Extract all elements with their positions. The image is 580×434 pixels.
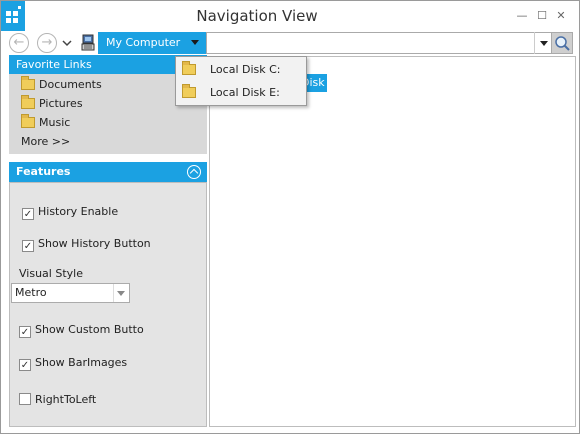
checkbox-label: Show History Button bbox=[38, 237, 151, 250]
menu-item-local-disk-e[interactable]: Local Disk E: bbox=[182, 83, 280, 103]
more-link[interactable]: More >> bbox=[21, 133, 70, 151]
navigation-bar: ← → My Computer bbox=[8, 32, 574, 54]
menu-item-local-disk-c[interactable]: Local Disk C: bbox=[182, 60, 281, 80]
favorite-item-label: Documents bbox=[39, 78, 102, 91]
favorite-item-documents[interactable]: Documents bbox=[21, 76, 102, 94]
checkbox-label: Show Custom Butto bbox=[35, 323, 144, 336]
checkbox-label: Show BarImages bbox=[35, 356, 128, 369]
features-panel: ✓ History Enable ✓ Show History Button Vis… bbox=[9, 182, 207, 427]
forward-button[interactable]: → bbox=[37, 33, 57, 53]
address-dropdown-button[interactable] bbox=[534, 32, 552, 54]
visual-style-label: Visual Style bbox=[19, 267, 83, 280]
dropdown-button[interactable] bbox=[113, 284, 129, 302]
show-history-button-checkbox[interactable]: ✓ Show History Button bbox=[22, 237, 151, 252]
features-header[interactable]: Features bbox=[9, 162, 207, 182]
menu-item-label: Local Disk E: bbox=[210, 86, 280, 99]
folder-icon bbox=[21, 114, 35, 128]
chevron-down-icon bbox=[62, 40, 72, 47]
maximize-button[interactable]: ☐ bbox=[535, 9, 549, 23]
back-button[interactable]: ← bbox=[9, 33, 29, 53]
close-button[interactable]: ✕ bbox=[554, 9, 568, 23]
visual-style-value: Metro bbox=[15, 286, 47, 299]
history-dropdown-button[interactable] bbox=[62, 38, 72, 48]
favorite-item-label: Music bbox=[39, 116, 71, 129]
breadcrumb-dropdown-arrow-icon[interactable] bbox=[191, 40, 199, 45]
chevron-down-icon bbox=[540, 41, 548, 46]
checkbox-label: RightToLeft bbox=[35, 393, 97, 406]
checkmark-icon: ✓ bbox=[22, 208, 34, 220]
favorite-item-music[interactable]: Music bbox=[21, 114, 70, 132]
features-title: Features bbox=[16, 165, 71, 178]
right-to-left-checkbox[interactable]: RightToLeft bbox=[19, 393, 96, 407]
address-field[interactable] bbox=[206, 32, 553, 54]
chevron-down-icon bbox=[117, 291, 125, 296]
computer-icon bbox=[80, 34, 96, 52]
folder-icon bbox=[182, 84, 196, 98]
search-button[interactable] bbox=[551, 32, 573, 54]
folder-icon bbox=[21, 76, 35, 90]
favorite-item-pictures[interactable]: Pictures bbox=[21, 95, 83, 113]
checkmark-icon: ✓ bbox=[19, 326, 31, 338]
checkmark-icon: ✓ bbox=[22, 240, 34, 252]
show-bar-images-checkbox[interactable]: ✓ Show BarImages bbox=[19, 356, 128, 371]
breadcrumb-my-computer[interactable]: My Computer bbox=[98, 32, 206, 54]
folder-icon bbox=[21, 95, 35, 109]
checkmark-icon: ✓ bbox=[19, 359, 31, 371]
folder-icon bbox=[182, 61, 196, 75]
menu-item-label: Local Disk C: bbox=[210, 63, 281, 76]
breadcrumb-dropdown-menu: Local Disk C: Local Disk E: bbox=[175, 56, 307, 106]
window-title: Navigation View bbox=[196, 7, 318, 25]
favorite-item-label: Pictures bbox=[39, 97, 83, 110]
content-pane[interactable] bbox=[209, 56, 576, 427]
show-custom-button-checkbox[interactable]: ✓ Show Custom Butto bbox=[19, 323, 144, 338]
main-window: Navigation View — ☐ ✕ ← → My Computer Di… bbox=[0, 0, 580, 434]
breadcrumb-label: My Computer bbox=[106, 36, 181, 49]
collapse-up-icon[interactable] bbox=[187, 165, 201, 179]
checkbox-empty-icon bbox=[19, 393, 31, 405]
visual-style-select[interactable]: Metro bbox=[11, 283, 130, 303]
minimize-button[interactable]: — bbox=[515, 9, 529, 23]
checkbox-label: History Enable bbox=[38, 205, 119, 218]
search-icon bbox=[555, 36, 570, 51]
history-enable-checkbox[interactable]: ✓ History Enable bbox=[22, 205, 119, 220]
